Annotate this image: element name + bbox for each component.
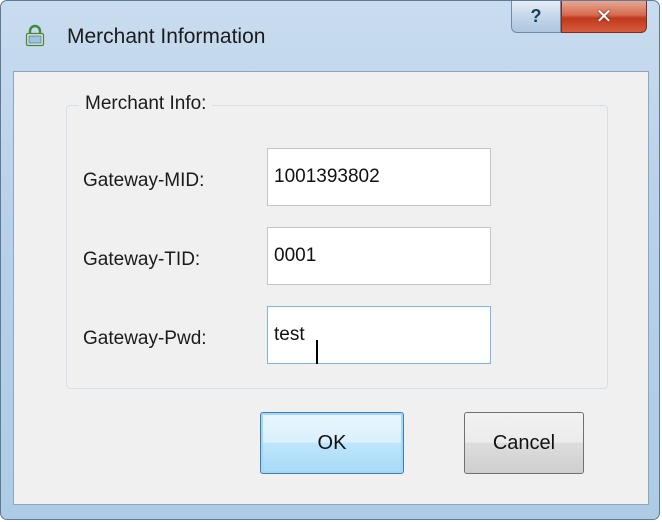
help-button[interactable]: ?: [511, 1, 561, 33]
window-title: Merchant Information: [67, 25, 266, 48]
dialog-window: Merchant Information ? ✕ Merchant Info: …: [0, 0, 660, 520]
ok-button[interactable]: OK: [260, 412, 404, 474]
group-legend: Merchant Info:: [79, 93, 213, 115]
merchant-info-group: Merchant Info: Gateway-MID: Gateway-TID:…: [66, 93, 608, 389]
dialog-body: Merchant Info: Gateway-MID: Gateway-TID:…: [13, 71, 649, 505]
title-buttons: ? ✕: [511, 1, 647, 35]
gateway-pwd-label: Gateway-Pwd:: [83, 328, 207, 349]
gateway-mid-label: Gateway-MID:: [83, 170, 205, 191]
title-bar[interactable]: Merchant Information ? ✕: [1, 1, 659, 73]
gateway-mid-input[interactable]: [267, 148, 491, 206]
text-caret: [316, 340, 318, 364]
gateway-tid-input[interactable]: [267, 227, 491, 285]
close-button[interactable]: ✕: [561, 1, 647, 33]
cancel-button[interactable]: Cancel: [464, 412, 584, 474]
lock-icon: [25, 24, 45, 47]
gateway-tid-label: Gateway-TID:: [83, 249, 201, 270]
gateway-pwd-input[interactable]: [267, 306, 491, 364]
